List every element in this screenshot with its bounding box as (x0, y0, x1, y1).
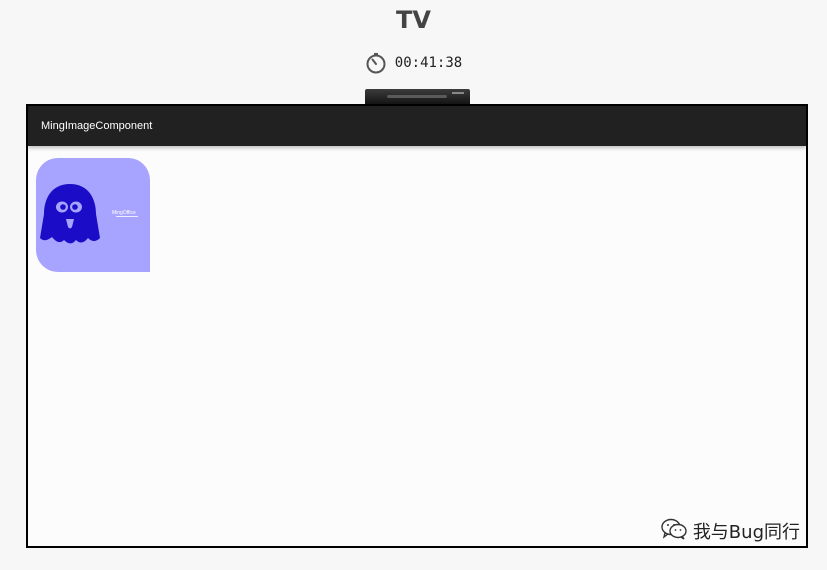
app-bar: MingImageComponent (28, 106, 806, 146)
camera-lens (387, 95, 447, 98)
watermark-text: 我与Bug同行 (692, 522, 800, 543)
timer-text: 00:41:38 (394, 55, 463, 71)
tv-camera-bar (365, 89, 470, 105)
stopwatch-icon (365, 52, 387, 74)
image-caption-underline (116, 216, 138, 217)
timer: 00:41:38 (0, 52, 827, 74)
app-bar-title: MingImageComponent (41, 120, 153, 132)
watermark: 我与Bug同行 (661, 518, 800, 544)
tv-screen: MingImageComponent MingOffice 我与Bug同行 (26, 104, 808, 548)
page-title: TV (396, 6, 431, 34)
wechat-icon (661, 518, 687, 544)
image-component[interactable]: MingOffice (36, 158, 150, 272)
camera-mark (452, 92, 464, 94)
ghost-icon (40, 184, 100, 244)
